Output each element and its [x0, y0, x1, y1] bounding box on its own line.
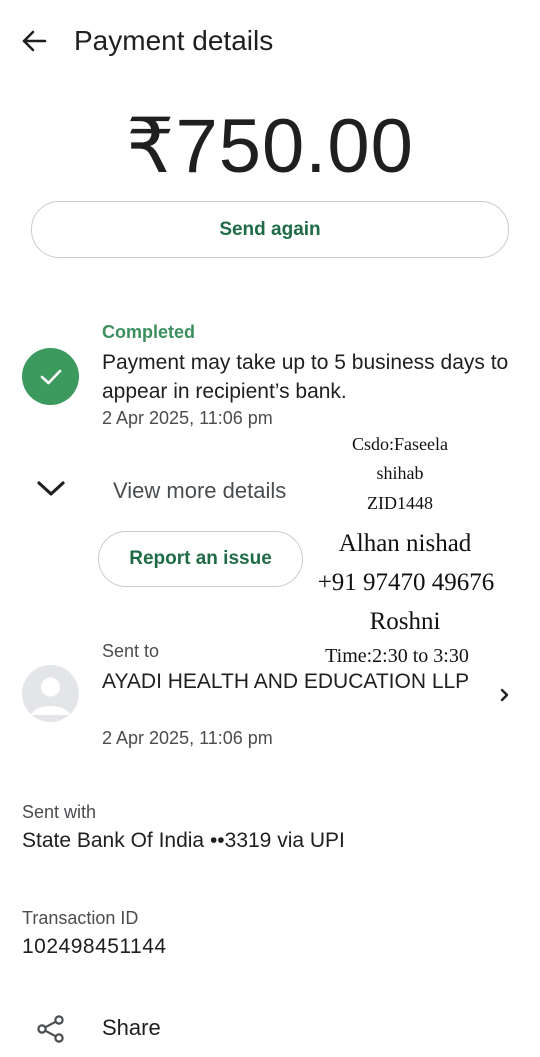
sent-with-label: Sent with	[22, 802, 97, 822]
back-button[interactable]	[14, 22, 54, 60]
recipient-name[interactable]: AYADI HEALTH AND EDUCATION LLP	[102, 668, 472, 696]
arrow-left-icon	[22, 30, 47, 52]
recipient-date: 2 Apr 2025, 11:06 pm	[102, 728, 273, 748]
share-button[interactable]: Share	[22, 1002, 322, 1054]
overlay-text-name: Alhan nishad	[338, 530, 472, 557]
overlay-text-csdo: Csdo:Faseela	[352, 434, 448, 454]
view-more-details-link[interactable]: View more details	[113, 478, 286, 504]
sent-with-value: State Bank Of India ••3319 via UPI	[22, 829, 345, 852]
overlay-text-roshni: Roshni	[369, 608, 441, 635]
status-message: Payment may take up to 5 business days t…	[102, 351, 509, 403]
share-label: Share	[102, 1015, 161, 1040]
avatar	[22, 665, 79, 722]
transaction-id-value: 102498451144	[22, 935, 167, 958]
sent-to-label: Sent to	[102, 641, 160, 661]
status-label: Completed	[102, 322, 196, 342]
chevron-right-icon[interactable]	[497, 684, 513, 706]
send-again-button[interactable]: Send again	[31, 201, 509, 258]
payment-amount: ₹750.00	[126, 104, 414, 189]
overlay-text-zid: ZID1448	[367, 493, 433, 513]
chevron-down-icon[interactable]	[34, 478, 68, 500]
status-date: 2 Apr 2025, 11:06 pm	[102, 408, 273, 428]
report-issue-button[interactable]: Report an issue	[98, 531, 303, 587]
overlay-text-phone: +91 97470 49676	[317, 569, 495, 596]
page-title: Payment details	[74, 25, 274, 56]
check-circle-icon	[22, 348, 79, 405]
overlay-text-time: Time:2:30 to 3:30	[325, 645, 469, 667]
share-icon	[37, 1015, 64, 1043]
overlay-text-shihab: shihab	[376, 463, 424, 483]
transaction-id-label: Transaction ID	[22, 908, 139, 928]
